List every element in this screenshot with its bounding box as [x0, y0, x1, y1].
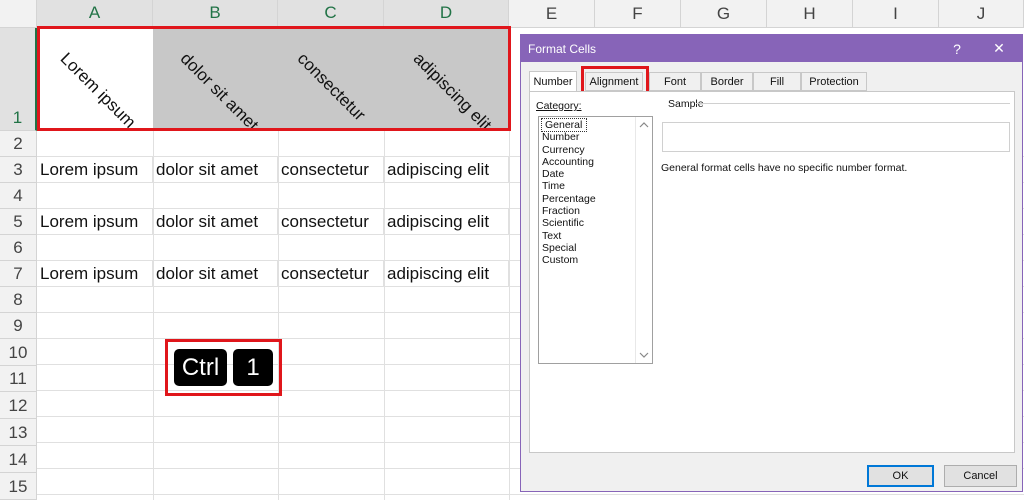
sample-divider — [696, 103, 1010, 104]
cell-b7[interactable]: dolor sit amet — [153, 261, 278, 287]
cell-a5[interactable]: Lorem ipsum — [37, 209, 153, 235]
cell-c7[interactable]: consectetur — [278, 261, 384, 287]
cell-d7[interactable]: adipiscing elit — [384, 261, 509, 287]
row-header-15[interactable]: 15 — [0, 473, 37, 500]
column-header-g[interactable]: G — [681, 0, 767, 28]
column-header-h[interactable]: H — [767, 0, 853, 28]
row-header-5[interactable]: 5 — [0, 209, 37, 235]
row-header-11[interactable]: 11 — [0, 366, 37, 392]
cell-c3[interactable]: consectetur — [278, 157, 384, 183]
ctrl-key: Ctrl — [174, 349, 227, 386]
dialog-title: Format Cells — [528, 41, 597, 56]
category-label: Category: — [536, 100, 582, 112]
cancel-button[interactable]: Cancel — [944, 465, 1017, 487]
row-header-1[interactable]: 1 — [0, 28, 37, 131]
cell-c1[interactable]: consectetur — [278, 28, 384, 131]
format-description: General format cells have no specific nu… — [661, 162, 908, 174]
dialog-titlebar[interactable]: Format Cells ? ✕ — [521, 35, 1022, 62]
category-list[interactable]: General Number Currency Accounting Date … — [538, 116, 653, 364]
row-header-2[interactable]: 2 — [0, 131, 37, 157]
row-header-14[interactable]: 14 — [0, 446, 37, 473]
tab-number[interactable]: Number — [529, 71, 577, 92]
cell-b3[interactable]: dolor sit amet — [153, 157, 278, 183]
close-button[interactable]: ✕ — [982, 35, 1016, 62]
cell-d1[interactable]: adipiscing elit — [384, 28, 509, 131]
cell-b1[interactable]: dolor sit amet — [153, 28, 278, 131]
column-header-f[interactable]: F — [595, 0, 681, 28]
number-tab-panel: Category: General Number Currency Accoun… — [529, 91, 1015, 453]
help-button[interactable]: ? — [940, 35, 974, 62]
one-key: 1 — [233, 349, 273, 386]
sample-label: Sample — [668, 98, 704, 110]
ok-button[interactable]: OK — [867, 465, 934, 487]
column-header-b[interactable]: B — [153, 0, 278, 28]
cell-d5[interactable]: adipiscing elit — [384, 209, 509, 235]
tab-protection[interactable]: Protection — [801, 72, 867, 91]
row-header-13[interactable]: 13 — [0, 419, 37, 446]
tab-fill[interactable]: Fill — [753, 72, 801, 91]
format-cells-dialog: Format Cells ? ✕ Number Alignment Font B… — [520, 34, 1023, 492]
cell-a1[interactable]: Lorem ipsum — [37, 28, 153, 131]
cell-a3[interactable]: Lorem ipsum — [37, 157, 153, 183]
row-header-4[interactable]: 4 — [0, 183, 37, 209]
row-header-8[interactable]: 8 — [0, 287, 37, 313]
column-header-i[interactable]: I — [853, 0, 939, 28]
column-header-a[interactable]: A — [37, 0, 153, 28]
column-header-j[interactable]: J — [939, 0, 1024, 28]
column-header-c[interactable]: C — [278, 0, 384, 28]
column-header-e[interactable]: E — [509, 0, 595, 28]
cell-d1-text: adipiscing elit — [409, 48, 496, 131]
row-header-7[interactable]: 7 — [0, 261, 37, 287]
cell-c5[interactable]: consectetur — [278, 209, 384, 235]
cell-b1-text: dolor sit amet — [176, 48, 263, 131]
gridline-col — [509, 28, 510, 500]
tab-font[interactable]: Font — [649, 72, 701, 91]
cell-d3[interactable]: adipiscing elit — [384, 157, 509, 183]
cell-b5[interactable]: dolor sit amet — [153, 209, 278, 235]
row-header-6[interactable]: 6 — [0, 235, 37, 261]
cell-c1-text: consectetur — [293, 48, 370, 125]
row-header-3[interactable]: 3 — [0, 157, 37, 183]
row-header-10[interactable]: 10 — [0, 339, 37, 366]
cell-a7[interactable]: Lorem ipsum — [37, 261, 153, 287]
tab-alignment[interactable]: Alignment — [585, 72, 643, 91]
category-scrollbar[interactable] — [635, 117, 652, 363]
select-all-corner[interactable] — [0, 0, 37, 28]
cell-a1-text: Lorem ipsum — [56, 48, 140, 131]
column-header-d[interactable]: D — [384, 0, 509, 28]
row-header-9[interactable]: 9 — [0, 313, 37, 339]
sample-box — [662, 122, 1010, 152]
row-header-12[interactable]: 12 — [0, 392, 37, 419]
tab-border[interactable]: Border — [701, 72, 753, 91]
